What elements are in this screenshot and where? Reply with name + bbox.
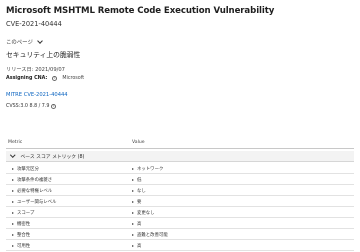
release-date: リリース日: 2021/09/07 [6,67,65,73]
page-menu-label: このページ [6,40,33,46]
cvss-text: CVSS:3.0 8.8 / 7.9 [6,104,50,109]
cve-id: CVE-2021-40444 [6,20,62,28]
column-header-metric: Metric [8,140,23,145]
cvss-score: CVSS:3.0 8.8 / 7.9 i [6,104,57,109]
page-title: Microsoft MSHTML Remote Code Execution V… [6,6,275,16]
mitre-cve-link[interactable]: MITRE CVE-2021-40444 [6,92,68,98]
table-row[interactable]: 可用性 高 [6,240,354,251]
metric-name: スコープ [17,211,35,216]
metric-value: 低 [137,178,142,183]
expand-arrow-icon [132,212,134,214]
expand-arrow-icon [132,234,134,236]
base-score-group-toggle[interactable]: ベース スコア メトリック (8) [6,151,354,162]
column-header-value: Value [132,140,145,145]
section-heading: セキュリティ上の脆弱性 [6,51,81,59]
table-row[interactable]: 必要な特権レベル なし [6,185,354,196]
metric-value: 高 [137,244,142,249]
metric-name: 必要な特権レベル [17,189,53,194]
expand-arrow-icon [132,223,134,225]
expand-arrow-icon [12,179,14,181]
metric-name: ユーザー関与レベル [17,200,57,205]
page-menu-dropdown[interactable]: このページ [6,38,43,46]
metric-value: 高 [137,222,142,227]
cna-row: Assigning CNA: i Microsoft [6,76,84,81]
expand-arrow-icon [132,179,134,181]
metric-name: 機密性 [17,222,31,227]
table-row[interactable]: 攻撃元区分 ネットワーク [6,163,354,174]
expand-arrow-icon [132,190,134,192]
cna-value: Microsoft [62,76,85,81]
group-label: ベース スコア メトリック (8) [20,154,85,160]
table-row[interactable]: 機密性 高 [6,218,354,229]
expand-arrow-icon [12,190,14,192]
metric-value: 要 [137,200,142,205]
metric-value: 盗難と改善可能 [137,233,168,238]
table-row[interactable]: 整合性 盗難と改善可能 [6,229,354,240]
metric-name: 可用性 [17,244,31,249]
table-row[interactable]: ユーザー関与レベル 要 [6,196,354,207]
expand-arrow-icon [12,201,14,203]
expand-arrow-icon [12,212,14,214]
metric-name: 攻撃元区分 [17,167,39,172]
expand-arrow-icon [132,168,134,170]
expand-arrow-icon [12,168,14,170]
expand-arrow-icon [12,245,14,247]
metric-value: 変更なし [137,211,155,216]
metrics-table-header: Metric Value [6,140,354,149]
expand-arrow-icon [12,234,14,236]
info-icon[interactable]: i [52,76,58,81]
metric-value: なし [137,189,146,194]
table-row[interactable]: 攻撃条件の複雑さ 低 [6,174,354,185]
expand-arrow-icon [132,201,134,203]
table-row[interactable]: スコープ 変更なし [6,207,354,218]
info-icon[interactable]: i [51,104,57,109]
expand-arrow-icon [12,223,14,225]
metric-name: 整合性 [17,233,31,238]
cna-label: Assigning CNA: [6,76,48,81]
expand-arrow-icon [132,245,134,247]
chevron-down-icon [10,152,16,158]
metric-name: 攻撃条件の複雑さ [17,178,53,183]
chevron-down-icon [37,38,43,44]
metric-value: ネットワーク [137,167,164,172]
